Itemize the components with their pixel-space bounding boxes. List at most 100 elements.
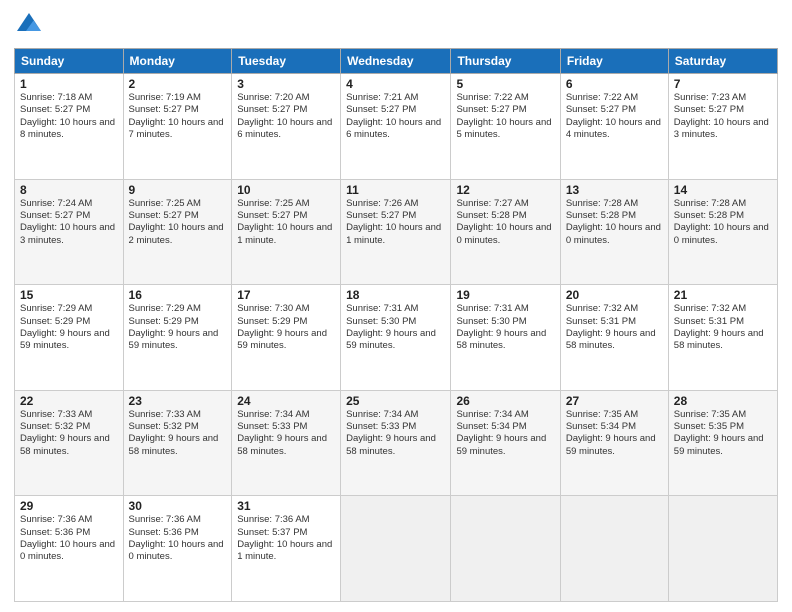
day-info: Sunrise: 7:25 AMSunset: 5:27 PMDaylight:… [237, 198, 335, 247]
day-info: Sunrise: 7:29 AMSunset: 5:29 PMDaylight:… [129, 303, 227, 352]
calendar-cell: 13Sunrise: 7:28 AMSunset: 5:28 PMDayligh… [560, 179, 668, 285]
calendar-cell: 16Sunrise: 7:29 AMSunset: 5:29 PMDayligh… [123, 285, 232, 391]
day-number: 5 [456, 77, 554, 91]
day-number: 21 [674, 288, 772, 302]
day-info: Sunrise: 7:28 AMSunset: 5:28 PMDaylight:… [566, 198, 663, 247]
calendar-cell: 14Sunrise: 7:28 AMSunset: 5:28 PMDayligh… [668, 179, 777, 285]
calendar-cell: 15Sunrise: 7:29 AMSunset: 5:29 PMDayligh… [15, 285, 124, 391]
calendar-cell: 1Sunrise: 7:18 AMSunset: 5:27 PMDaylight… [15, 74, 124, 180]
day-info: Sunrise: 7:36 AMSunset: 5:36 PMDaylight:… [20, 514, 118, 563]
header [14, 10, 778, 40]
day-number: 22 [20, 394, 118, 408]
calendar-cell: 28Sunrise: 7:35 AMSunset: 5:35 PMDayligh… [668, 390, 777, 496]
day-number: 12 [456, 183, 554, 197]
day-number: 7 [674, 77, 772, 91]
day-number: 18 [346, 288, 445, 302]
calendar-cell: 2Sunrise: 7:19 AMSunset: 5:27 PMDaylight… [123, 74, 232, 180]
day-info: Sunrise: 7:33 AMSunset: 5:32 PMDaylight:… [129, 409, 227, 458]
day-number: 15 [20, 288, 118, 302]
calendar-cell: 25Sunrise: 7:34 AMSunset: 5:33 PMDayligh… [341, 390, 451, 496]
day-info: Sunrise: 7:32 AMSunset: 5:31 PMDaylight:… [566, 303, 663, 352]
col-header-friday: Friday [560, 49, 668, 74]
day-number: 10 [237, 183, 335, 197]
day-info: Sunrise: 7:26 AMSunset: 5:27 PMDaylight:… [346, 198, 445, 247]
calendar-cell: 5Sunrise: 7:22 AMSunset: 5:27 PMDaylight… [451, 74, 560, 180]
col-header-saturday: Saturday [668, 49, 777, 74]
day-number: 29 [20, 499, 118, 513]
calendar-cell [451, 496, 560, 602]
day-number: 3 [237, 77, 335, 91]
day-number: 31 [237, 499, 335, 513]
calendar-cell: 3Sunrise: 7:20 AMSunset: 5:27 PMDaylight… [232, 74, 341, 180]
calendar-cell: 27Sunrise: 7:35 AMSunset: 5:34 PMDayligh… [560, 390, 668, 496]
col-header-wednesday: Wednesday [341, 49, 451, 74]
day-info: Sunrise: 7:20 AMSunset: 5:27 PMDaylight:… [237, 92, 335, 141]
day-number: 13 [566, 183, 663, 197]
calendar-cell: 12Sunrise: 7:27 AMSunset: 5:28 PMDayligh… [451, 179, 560, 285]
day-number: 16 [129, 288, 227, 302]
calendar-cell: 26Sunrise: 7:34 AMSunset: 5:34 PMDayligh… [451, 390, 560, 496]
week-row-4: 22Sunrise: 7:33 AMSunset: 5:32 PMDayligh… [15, 390, 778, 496]
calendar-cell: 19Sunrise: 7:31 AMSunset: 5:30 PMDayligh… [451, 285, 560, 391]
day-info: Sunrise: 7:35 AMSunset: 5:34 PMDaylight:… [566, 409, 663, 458]
day-info: Sunrise: 7:32 AMSunset: 5:31 PMDaylight:… [674, 303, 772, 352]
calendar-cell [668, 496, 777, 602]
calendar-cell [341, 496, 451, 602]
day-info: Sunrise: 7:36 AMSunset: 5:37 PMDaylight:… [237, 514, 335, 563]
day-info: Sunrise: 7:22 AMSunset: 5:27 PMDaylight:… [456, 92, 554, 141]
day-info: Sunrise: 7:18 AMSunset: 5:27 PMDaylight:… [20, 92, 118, 141]
day-info: Sunrise: 7:31 AMSunset: 5:30 PMDaylight:… [456, 303, 554, 352]
day-number: 11 [346, 183, 445, 197]
day-number: 28 [674, 394, 772, 408]
day-number: 14 [674, 183, 772, 197]
col-header-thursday: Thursday [451, 49, 560, 74]
calendar-cell: 21Sunrise: 7:32 AMSunset: 5:31 PMDayligh… [668, 285, 777, 391]
day-number: 27 [566, 394, 663, 408]
calendar-cell: 18Sunrise: 7:31 AMSunset: 5:30 PMDayligh… [341, 285, 451, 391]
logo [14, 10, 48, 40]
day-number: 17 [237, 288, 335, 302]
calendar-cell: 11Sunrise: 7:26 AMSunset: 5:27 PMDayligh… [341, 179, 451, 285]
day-number: 26 [456, 394, 554, 408]
week-row-3: 15 Sunrise: 7:29 AMSunset: 5:29 PMDayligh… [15, 285, 778, 391]
day-number: 2 [129, 77, 227, 91]
day-info: Sunrise: 7:19 AMSunset: 5:27 PMDaylight:… [129, 92, 227, 141]
day-number: 25 [346, 394, 445, 408]
day-number: 4 [346, 77, 445, 91]
page: SundayMondayTuesdayWednesdayThursdayFrid… [0, 0, 792, 612]
week-row-1: 1Sunrise: 7:18 AMSunset: 5:27 PMDaylight… [15, 74, 778, 180]
day-info: Sunrise: 7:21 AMSunset: 5:27 PMDaylight:… [346, 92, 445, 141]
calendar-cell: 17Sunrise: 7:30 AMSunset: 5:29 PMDayligh… [232, 285, 341, 391]
day-number: 8 [20, 183, 118, 197]
day-info: Sunrise: 7:31 AMSunset: 5:30 PMDaylight:… [346, 303, 445, 352]
day-info: Sunrise: 7:34 AMSunset: 5:34 PMDaylight:… [456, 409, 554, 458]
calendar-table: SundayMondayTuesdayWednesdayThursdayFrid… [14, 48, 778, 602]
calendar-cell: 30Sunrise: 7:36 AMSunset: 5:36 PMDayligh… [123, 496, 232, 602]
day-info: Sunrise: 7:36 AMSunset: 5:36 PMDaylight:… [129, 514, 227, 563]
col-header-sunday: Sunday [15, 49, 124, 74]
day-info: Sunrise: 7:35 AMSunset: 5:35 PMDaylight:… [674, 409, 772, 458]
calendar-cell: 8Sunrise: 7:24 AMSunset: 5:27 PMDaylight… [15, 179, 124, 285]
calendar-cell: 24Sunrise: 7:34 AMSunset: 5:33 PMDayligh… [232, 390, 341, 496]
day-info: Sunrise: 7:24 AMSunset: 5:27 PMDaylight:… [20, 198, 118, 247]
day-info: Sunrise: 7:34 AMSunset: 5:33 PMDaylight:… [237, 409, 335, 458]
day-number: 30 [129, 499, 227, 513]
calendar-cell: 31Sunrise: 7:36 AMSunset: 5:37 PMDayligh… [232, 496, 341, 602]
calendar-cell: 29Sunrise: 7:36 AMSunset: 5:36 PMDayligh… [15, 496, 124, 602]
day-info: Sunrise: 7:33 AMSunset: 5:32 PMDaylight:… [20, 409, 118, 458]
week-row-2: 8Sunrise: 7:24 AMSunset: 5:27 PMDaylight… [15, 179, 778, 285]
calendar-cell: 6Sunrise: 7:22 AMSunset: 5:27 PMDaylight… [560, 74, 668, 180]
calendar-cell: 20Sunrise: 7:32 AMSunset: 5:31 PMDayligh… [560, 285, 668, 391]
day-info: Sunrise: 7:34 AMSunset: 5:33 PMDaylight:… [346, 409, 445, 458]
calendar-cell: 10Sunrise: 7:25 AMSunset: 5:27 PMDayligh… [232, 179, 341, 285]
calendar-cell: 9Sunrise: 7:25 AMSunset: 5:27 PMDaylight… [123, 179, 232, 285]
week-row-5: 29Sunrise: 7:36 AMSunset: 5:36 PMDayligh… [15, 496, 778, 602]
calendar-cell: 22Sunrise: 7:33 AMSunset: 5:32 PMDayligh… [15, 390, 124, 496]
day-info: Sunrise: 7:25 AMSunset: 5:27 PMDaylight:… [129, 198, 227, 247]
day-info: Sunrise: 7:30 AMSunset: 5:29 PMDaylight:… [237, 303, 335, 352]
day-number: 9 [129, 183, 227, 197]
day-number: 6 [566, 77, 663, 91]
day-number: 24 [237, 394, 335, 408]
day-number: 1 [20, 77, 118, 91]
day-number: 20 [566, 288, 663, 302]
